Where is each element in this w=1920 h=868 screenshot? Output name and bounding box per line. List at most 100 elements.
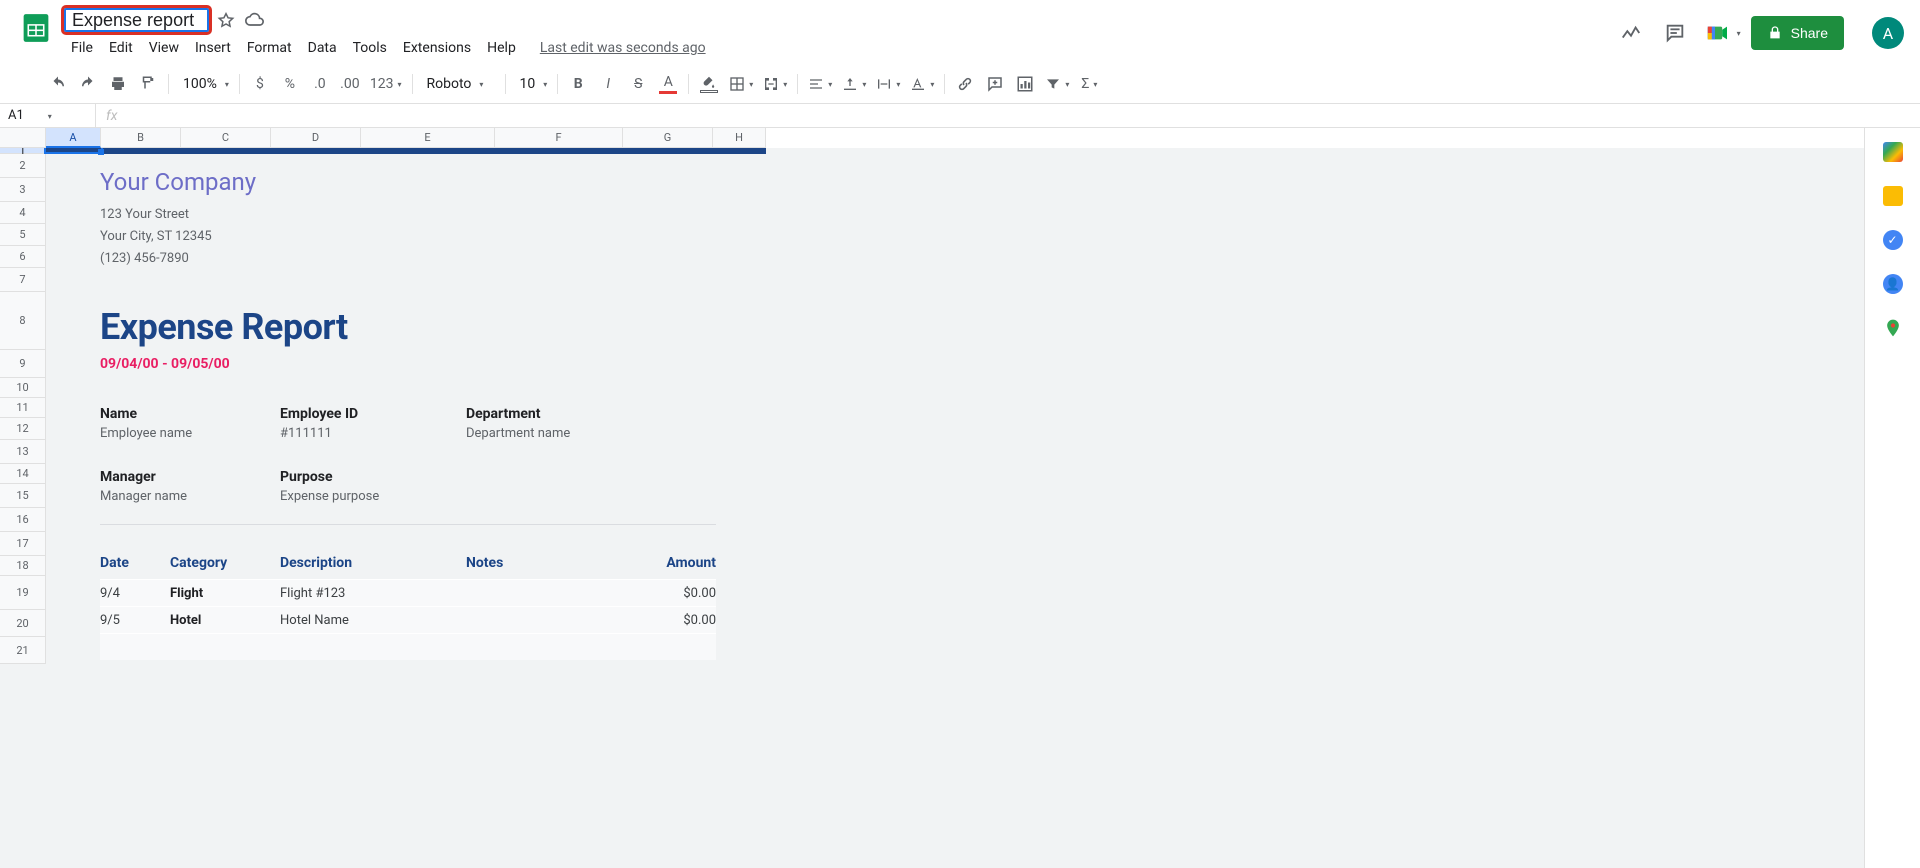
menu-edit[interactable]: Edit (102, 36, 140, 60)
bold-icon[interactable]: B (564, 70, 592, 98)
value-name: Employee name (100, 426, 280, 441)
sheets-logo-icon[interactable] (16, 8, 56, 48)
row-header[interactable]: 10 (0, 378, 46, 398)
formula-input[interactable] (127, 105, 1920, 127)
column-headers: A B C D E F G H (0, 128, 1864, 148)
side-panel: ✓ 👤 (1864, 128, 1920, 868)
strikethrough-icon[interactable]: S (624, 70, 652, 98)
borders-icon[interactable] (725, 70, 757, 98)
col-header-h[interactable]: H (713, 128, 766, 148)
menu-extensions[interactable]: Extensions (396, 36, 478, 60)
menu-file[interactable]: File (64, 36, 100, 60)
activity-dashboard-icon[interactable] (1619, 21, 1643, 45)
col-header-b[interactable]: B (101, 128, 181, 148)
label-employee-id: Employee ID (280, 406, 466, 422)
row-header[interactable]: 11 (0, 398, 46, 418)
row-header[interactable]: 15 (0, 484, 46, 508)
more-formats-dropdown[interactable]: 123 (366, 70, 406, 98)
row-header[interactable]: 19 (0, 576, 46, 610)
menu-data[interactable]: Data (301, 36, 344, 60)
merge-cells-icon[interactable] (759, 70, 791, 98)
menu-insert[interactable]: Insert (188, 36, 238, 60)
meet-icon[interactable]: ▾ (1707, 21, 1731, 45)
row-header[interactable]: 13 (0, 440, 46, 464)
col-header-e[interactable]: E (361, 128, 495, 148)
th-category: Category (170, 555, 280, 571)
col-header-g[interactable]: G (623, 128, 713, 148)
keep-addon-icon[interactable] (1883, 186, 1903, 206)
col-header-a[interactable]: A (46, 128, 101, 148)
font-family-dropdown[interactable]: Roboto (419, 70, 499, 98)
row-header[interactable]: 12 (0, 418, 46, 440)
tasks-addon-icon[interactable]: ✓ (1883, 230, 1903, 250)
text-wrap-icon[interactable] (872, 70, 904, 98)
zoom-dropdown[interactable]: 100% (175, 70, 233, 98)
document-title-input[interactable] (64, 8, 209, 32)
vertical-align-icon[interactable] (838, 70, 870, 98)
report-dates: 09/04/00 - 09/05/00 (100, 356, 766, 372)
row-header[interactable]: 14 (0, 464, 46, 484)
redo-icon[interactable] (74, 70, 102, 98)
fill-color-icon[interactable] (695, 70, 723, 98)
company-address: 123 Your Street Your City, ST 12345 (123… (100, 204, 766, 270)
decrease-decimal-icon[interactable]: .0 (306, 70, 334, 98)
col-header-f[interactable]: F (495, 128, 623, 148)
company-name: Your Company (100, 168, 766, 196)
value-department: Department name (466, 426, 666, 441)
row-header[interactable]: 6 (0, 246, 46, 268)
comment-history-icon[interactable] (1663, 21, 1687, 45)
th-date: Date (100, 555, 170, 571)
label-purpose: Purpose (280, 469, 466, 485)
titlebar: File Edit View Insert Format Data Tools … (0, 0, 1920, 64)
paint-format-icon[interactable] (134, 70, 162, 98)
format-percent-icon[interactable]: % (276, 70, 304, 98)
row-header[interactable]: 3 (0, 178, 46, 202)
spreadsheet-grid[interactable]: A B C D E F G H 123456789101112131415161… (0, 128, 1920, 868)
menu-format[interactable]: Format (240, 36, 299, 60)
functions-icon[interactable]: Σ (1075, 70, 1103, 98)
increase-decimal-icon[interactable]: .00 (336, 70, 364, 98)
account-avatar[interactable]: A (1872, 17, 1904, 49)
row-header[interactable]: 21 (0, 637, 46, 664)
cloud-saved-icon[interactable] (245, 10, 265, 30)
print-icon[interactable] (104, 70, 132, 98)
select-all-corner[interactable] (0, 128, 46, 148)
menu-tools[interactable]: Tools (346, 36, 394, 60)
row-header[interactable]: 9 (0, 350, 46, 378)
menu-help[interactable]: Help (480, 36, 523, 60)
row-header[interactable]: 16 (0, 508, 46, 532)
font-size-dropdown[interactable]: 10 (512, 70, 552, 98)
col-header-c[interactable]: C (181, 128, 271, 148)
insert-comment-icon[interactable] (981, 70, 1009, 98)
value-employee-id: #111111 (280, 426, 466, 441)
share-button[interactable]: Share (1751, 16, 1844, 50)
contacts-addon-icon[interactable]: 👤 (1883, 274, 1903, 294)
row-header[interactable]: 4 (0, 202, 46, 224)
col-header-d[interactable]: D (271, 128, 361, 148)
undo-icon[interactable] (44, 70, 72, 98)
table-row: 9/5HotelHotel Name$0.00 (100, 606, 716, 633)
row-header[interactable]: 5 (0, 224, 46, 246)
row-header[interactable]: 20 (0, 610, 46, 637)
horizontal-align-icon[interactable] (804, 70, 836, 98)
name-box[interactable]: A1 (0, 104, 96, 128)
row-header[interactable]: 18 (0, 556, 46, 576)
row-header[interactable]: 17 (0, 532, 46, 556)
value-purpose: Expense purpose (280, 489, 466, 504)
filter-icon[interactable] (1041, 70, 1073, 98)
menu-view[interactable]: View (142, 36, 186, 60)
last-edit-link[interactable]: Last edit was seconds ago (533, 36, 713, 60)
insert-chart-icon[interactable] (1011, 70, 1039, 98)
row-header[interactable]: 7 (0, 268, 46, 292)
row-header[interactable]: 2 (0, 154, 46, 178)
star-icon[interactable] (217, 10, 237, 30)
format-currency-icon[interactable]: $ (246, 70, 274, 98)
italic-icon[interactable]: I (594, 70, 622, 98)
calendar-addon-icon[interactable] (1883, 142, 1903, 162)
insert-link-icon[interactable] (951, 70, 979, 98)
row-header[interactable]: 8 (0, 292, 46, 350)
accent-bar (46, 148, 766, 154)
text-rotation-icon[interactable] (906, 70, 938, 98)
text-color-icon[interactable]: A (654, 70, 682, 98)
maps-addon-icon[interactable] (1883, 318, 1903, 338)
